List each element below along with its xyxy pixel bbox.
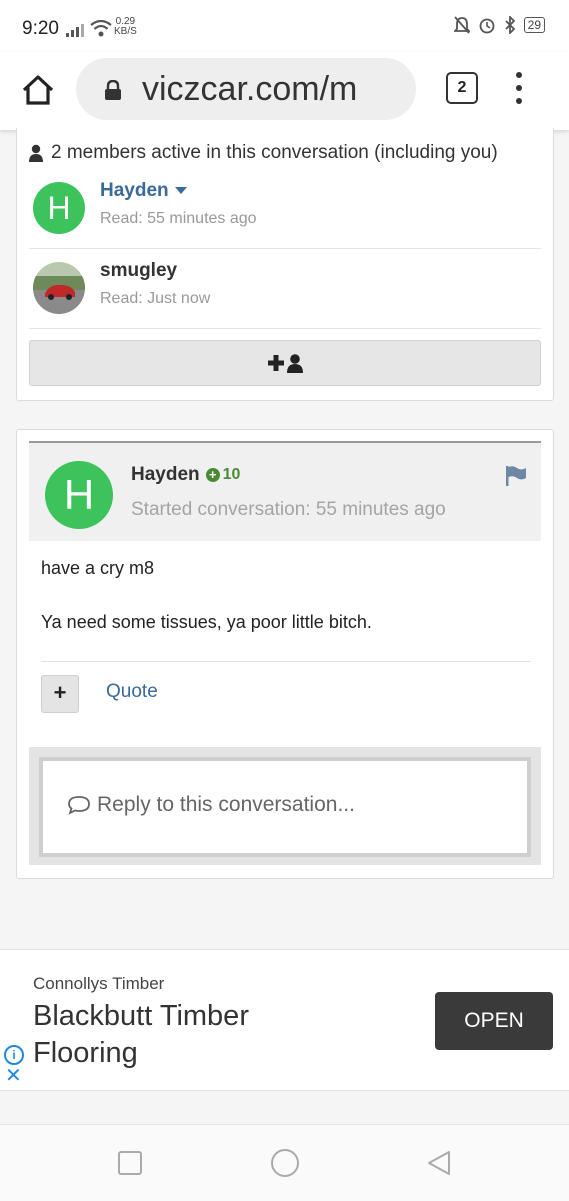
status-icons: 29 xyxy=(453,16,545,34)
car-photo-icon xyxy=(33,262,85,314)
back-button[interactable] xyxy=(425,1149,453,1177)
browser-menu-button[interactable] xyxy=(514,72,524,104)
member-row-hayden: H Hayden Read: 55 minutes ago xyxy=(29,168,541,249)
menu-dot xyxy=(516,98,522,104)
url-text: viczcar.com/m xyxy=(142,70,358,108)
member-read-status: Read: 55 minutes ago xyxy=(100,210,257,227)
bluetooth-icon xyxy=(505,16,515,34)
message-header: H Hayden + 10 Started conversation: 55 m… xyxy=(29,441,541,541)
ad-title[interactable]: Blackbutt Timber Flooring xyxy=(33,998,333,1072)
wifi-icon xyxy=(90,19,112,42)
lock-icon xyxy=(105,80,121,100)
member-name-text: Hayden xyxy=(100,180,169,201)
home-icon xyxy=(22,75,54,105)
members-heading: 2 members active in this conversation (i… xyxy=(29,142,498,164)
address-bar[interactable]: viczcar.com/m xyxy=(76,58,416,120)
message-paragraph: Ya need some tissues, ya poor little bit… xyxy=(41,612,372,632)
member-name-hayden[interactable]: Hayden xyxy=(100,180,187,202)
message-author-row: Hayden + 10 xyxy=(131,464,240,486)
alarm-icon xyxy=(479,18,495,34)
user-icon xyxy=(29,144,43,162)
ad-open-button[interactable]: OPEN xyxy=(435,992,553,1050)
recents-button[interactable] xyxy=(116,1149,144,1177)
reply-area: Reply to this conversation... xyxy=(29,747,541,865)
plus-circle-icon: + xyxy=(205,468,220,482)
message-body: have a cry m8 Ya need some tissues, ya p… xyxy=(41,558,531,666)
battery-indicator: 29 xyxy=(523,17,545,33)
home-button[interactable] xyxy=(20,72,56,108)
caret-down-icon[interactable] xyxy=(174,187,187,195)
net-speed-unit: KB/S xyxy=(114,26,137,37)
conversation-members-card: 2 members active in this conversation (i… xyxy=(16,128,554,401)
multiquote-plus-button[interactable]: + xyxy=(41,675,79,713)
invite-members-button[interactable] xyxy=(29,340,541,386)
tab-switcher-button[interactable]: 2 xyxy=(446,72,478,104)
message-card: H Hayden + 10 Started conversation: 55 m… xyxy=(16,429,554,879)
status-bar: 9:20 0.29 KB/S 29 xyxy=(0,0,569,52)
avatar[interactable] xyxy=(33,262,85,314)
reputation-count: 10 xyxy=(222,466,241,483)
menu-dot xyxy=(516,85,522,91)
system-nav-bar xyxy=(0,1124,569,1201)
network-speed: 0.29 KB/S xyxy=(114,17,137,37)
plus-icon xyxy=(268,355,284,371)
member-read-status: Read: Just now xyxy=(100,290,211,307)
signal-icon xyxy=(66,23,86,42)
reputation-badge: + 10 xyxy=(205,466,241,484)
avatar[interactable]: H xyxy=(33,182,85,234)
menu-dot xyxy=(516,72,522,78)
home-nav-button[interactable] xyxy=(269,1147,301,1179)
mute-bell-icon xyxy=(453,16,470,34)
quote-link[interactable]: Quote xyxy=(106,681,158,703)
message-started: Started conversation: 55 minutes ago xyxy=(131,499,446,520)
speech-bubble-icon xyxy=(68,796,90,815)
divider xyxy=(41,661,531,662)
browser-toolbar: viczcar.com/m 2 xyxy=(0,52,569,130)
avatar[interactable]: H xyxy=(45,461,113,529)
members-heading-text: 2 members active in this conversation (i… xyxy=(51,142,498,163)
flag-icon[interactable] xyxy=(505,465,527,487)
message-author[interactable]: Hayden xyxy=(131,464,200,486)
ad-close-icon[interactable]: ✕ xyxy=(5,1066,22,1086)
message-paragraph: have a cry m8 xyxy=(41,558,155,578)
member-name-smugley[interactable]: smugley xyxy=(100,260,177,282)
member-row-smugley: smugley Read: Just now xyxy=(29,248,541,329)
ad-info-icon[interactable]: i xyxy=(4,1045,24,1065)
user-icon xyxy=(287,354,303,373)
reply-placeholder-row: Reply to this conversation... xyxy=(67,793,355,817)
ad-banner[interactable]: Connollys Timber Blackbutt Timber Floori… xyxy=(0,949,569,1091)
reply-placeholder: Reply to this conversation... xyxy=(97,793,355,816)
ad-advertiser: Connollys Timber xyxy=(33,974,165,993)
status-time: 9:20 xyxy=(22,18,59,39)
reply-input[interactable]: Reply to this conversation... xyxy=(39,757,531,857)
